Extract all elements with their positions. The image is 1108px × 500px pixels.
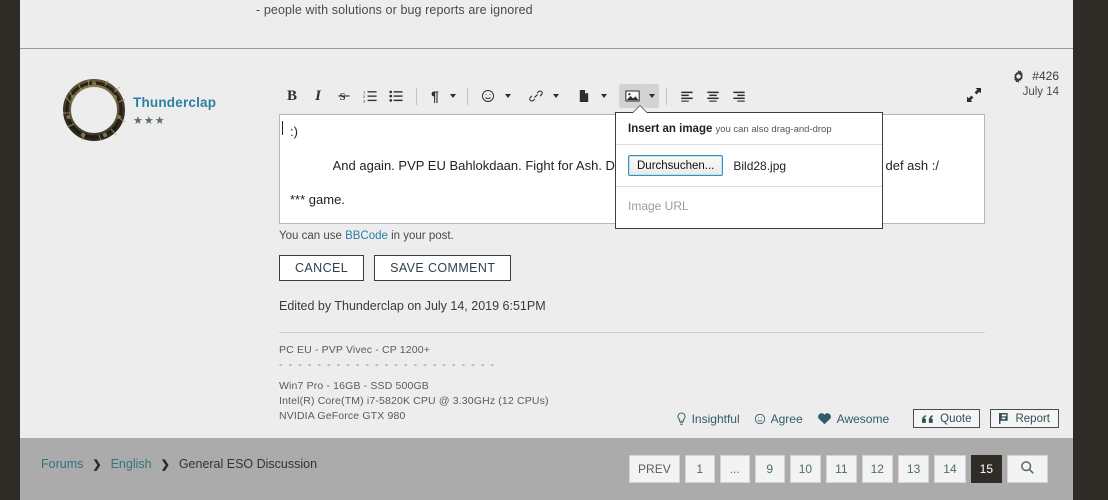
pagination: PREV 1 ... 9 10 11 12 13 14 15 — [629, 455, 1048, 483]
svg-text:3: 3 — [363, 98, 366, 103]
gear-icon[interactable] — [1012, 69, 1025, 83]
pagination-page-14[interactable]: 14 — [934, 455, 966, 483]
flag-icon — [999, 413, 1009, 424]
insert-image-popup: Insert an image you can also drag-and-dr… — [615, 105, 883, 229]
expand-icon[interactable] — [963, 84, 985, 106]
selected-file-name: Bild28.jpg — [733, 158, 787, 173]
chevron-right-icon: ❯ — [92, 458, 102, 471]
toolbar-separator — [666, 87, 667, 105]
text-caret — [282, 121, 283, 135]
bbcode-suffix: in your post. — [387, 230, 454, 242]
reaction-group: Insightful Agree Awesome — [676, 412, 889, 426]
page-footer: Forums ❯ English ❯ General ESO Discussio… — [20, 438, 1073, 500]
save-comment-button[interactable]: SAVE COMMENT — [374, 255, 512, 281]
italic-button[interactable]: I — [305, 84, 331, 108]
previous-post-snippet: - people with solutions or bug reports a… — [20, 0, 1073, 48]
breadcrumb-item-current: General ESO Discussion — [178, 457, 318, 471]
reaction-agree[interactable]: Agree — [754, 412, 803, 426]
smiley-dropdown-chevron-down-icon[interactable] — [501, 84, 515, 108]
file-icon[interactable] — [571, 84, 597, 108]
browse-button[interactable]: Durchsuchen... — [628, 155, 724, 176]
content-column: - people with solutions or bug reports a… — [20, 0, 1073, 438]
paragraph-button[interactable]: ¶ — [424, 84, 446, 108]
signature-line: - - - - - - - - - - - - - - - - - - - - … — [279, 359, 496, 371]
edited-by-line: Edited by Thunderclap on July 14, 2019 6… — [279, 299, 546, 313]
pagination-page-1[interactable]: 1 — [684, 455, 715, 483]
align-center-icon[interactable] — [700, 84, 726, 108]
report-button[interactable]: Report — [990, 409, 1059, 428]
toolbar-separator — [416, 87, 417, 105]
editor-button-row: CANCEL SAVE COMMENT — [279, 255, 985, 281]
heart-icon — [817, 412, 832, 425]
breadcrumb: Forums ❯ English ❯ General ESO Discussio… — [41, 457, 317, 471]
popup-header: Insert an image you can also drag-and-dr… — [616, 113, 882, 145]
file-dropdown-chevron-down-icon[interactable] — [597, 84, 611, 108]
page-root: - people with solutions or bug reports a… — [0, 0, 1108, 500]
pagination-page-12[interactable]: 12 — [861, 455, 893, 483]
report-label: Report — [1015, 412, 1050, 425]
quote-label: Quote — [940, 412, 972, 425]
popup-title: Insert an image — [628, 123, 713, 135]
signature-divider — [279, 332, 985, 333]
pagination-search-button[interactable] — [1007, 455, 1048, 483]
reaction-awesome[interactable]: Awesome — [817, 412, 889, 426]
quote-icon — [922, 414, 934, 424]
svg-text:S: S — [340, 92, 346, 103]
smiley-icon — [754, 413, 766, 425]
pagination-page-13[interactable]: 13 — [897, 455, 930, 483]
reaction-agree-label: Agree — [770, 411, 803, 426]
bbcode-link[interactable]: BBCode — [345, 230, 388, 242]
signature-line: Win7 Pro - 16GB - SSD 500GB — [279, 380, 429, 392]
author-name[interactable]: Thunderclap — [133, 95, 216, 110]
strikethrough-button[interactable]: S — [331, 84, 357, 108]
quote-button[interactable]: Quote — [913, 409, 981, 428]
post-number: #426 — [1032, 69, 1059, 83]
post-block: Thunderclap ★★★ #426 July 14 B I S 1 2 3… — [20, 49, 1073, 438]
chevron-right-icon: ❯ — [160, 458, 170, 471]
toolbar-separator — [467, 87, 468, 105]
pagination-page-15-current[interactable]: 15 — [970, 455, 1002, 483]
align-right-icon[interactable] — [726, 84, 752, 108]
signature-line: PC EU - PVP Vivec - CP 1200+ — [279, 344, 430, 356]
pagination-page-11[interactable]: 11 — [826, 455, 857, 483]
breadcrumb-item-english[interactable]: English — [111, 457, 152, 471]
pagination-prev[interactable]: PREV — [629, 455, 680, 483]
pagination-page-9[interactable]: 9 — [754, 455, 785, 483]
signature-line: Intel(R) Core(TM) i7-5820K CPU @ 3.30GHz… — [279, 395, 549, 407]
bbcode-note: You can use BBCode in your post. — [279, 230, 985, 242]
reaction-awesome-label: Awesome — [836, 411, 890, 426]
eso-ouroboros-logo-icon[interactable] — [61, 77, 127, 143]
popup-file-row: Durchsuchen... Bild28.jpg — [616, 145, 882, 187]
breadcrumb-item-forums[interactable]: Forums — [41, 457, 83, 471]
pagination-page-10[interactable]: 10 — [789, 455, 822, 483]
author-rank-stars: ★★★ — [133, 115, 166, 127]
lightbulb-icon — [676, 412, 687, 426]
bold-button[interactable]: B — [279, 84, 305, 108]
link-icon[interactable] — [523, 84, 549, 108]
cancel-button[interactable]: CANCEL — [279, 255, 365, 281]
align-left-icon[interactable] — [674, 84, 700, 108]
bbcode-prefix: You can use — [279, 230, 346, 242]
ordered-list-icon[interactable]: 1 2 3 — [357, 84, 383, 108]
pagination-ellipsis[interactable]: ... — [719, 455, 750, 483]
popup-arrow — [633, 106, 647, 113]
search-icon — [1020, 460, 1035, 478]
post-footer-actions: Insightful Agree Awesome Quote Report — [676, 409, 1059, 428]
image-url-input[interactable]: Image URL — [616, 187, 882, 225]
smiley-icon[interactable] — [475, 84, 501, 108]
unordered-list-icon[interactable] — [383, 84, 409, 108]
link-dropdown-chevron-down-icon[interactable] — [549, 84, 563, 108]
previous-post-text: - people with solutions or bug reports a… — [256, 3, 533, 17]
reaction-insightful[interactable]: Insightful — [676, 412, 740, 426]
reaction-insightful-label: Insightful — [691, 411, 740, 426]
paragraph-dropdown-chevron-down-icon[interactable] — [446, 84, 460, 108]
popup-hint: you can also drag-and-drop — [715, 124, 832, 135]
